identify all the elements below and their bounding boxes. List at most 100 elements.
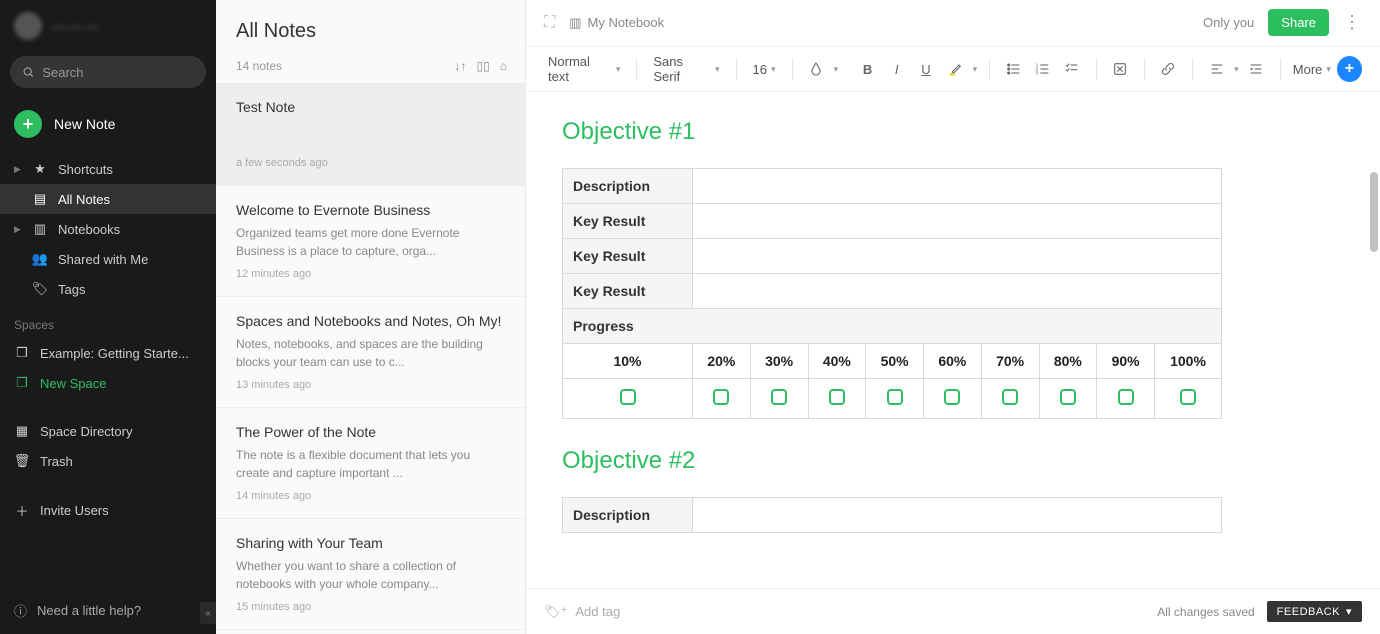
more-dropdown[interactable]: More▾	[1293, 62, 1331, 77]
link-button[interactable]	[1157, 57, 1180, 81]
italic-button[interactable]: I	[885, 57, 908, 81]
view-toggle-icon[interactable]: ▯▯	[477, 59, 490, 73]
add-button[interactable]: +	[1337, 56, 1362, 82]
percent-cell: 100%	[1155, 344, 1222, 379]
new-note-button[interactable]: + New Note	[0, 100, 216, 148]
row-value-cell[interactable]	[693, 204, 1222, 239]
collapse-sidebar-button[interactable]: «	[200, 602, 216, 624]
checkbox-cell[interactable]	[866, 379, 924, 419]
note-title: Test Note	[236, 99, 505, 115]
checkbox-icon[interactable]	[1002, 389, 1018, 405]
highlight-button[interactable]	[943, 57, 966, 81]
checkbox-cell[interactable]	[563, 379, 693, 419]
space-directory[interactable]: ▦Space Directory	[0, 416, 216, 446]
nav-tags[interactable]: 🏷Tags	[0, 274, 216, 304]
checklist-button[interactable]	[1061, 57, 1084, 81]
clear-format-button[interactable]	[1109, 57, 1132, 81]
scrollbar-thumb[interactable]	[1370, 172, 1378, 252]
row-value-cell[interactable]	[693, 169, 1222, 204]
notebook-badge[interactable]: ▥ My Notebook	[569, 15, 664, 31]
percent-cell: 40%	[808, 344, 866, 379]
highlight-chevron-icon[interactable]: ▾	[973, 64, 978, 75]
row-value-cell[interactable]	[693, 239, 1222, 274]
checkbox-icon[interactable]	[829, 389, 845, 405]
note-item[interactable]: The Power of the NoteThe note is a flexi…	[216, 408, 525, 519]
checkbox-cell[interactable]	[750, 379, 808, 419]
note-list-items[interactable]: Test Notea few seconds agoWelcome to Eve…	[216, 83, 525, 634]
search-input[interactable]	[42, 65, 194, 80]
bold-button[interactable]: B	[856, 57, 879, 81]
checkbox-icon[interactable]	[713, 389, 729, 405]
search-box[interactable]	[10, 56, 206, 88]
percent-cell: 90%	[1097, 344, 1155, 379]
size-dropdown[interactable]: 16▾	[749, 58, 780, 81]
editor-body[interactable]: Objective #1 DescriptionKey ResultKey Re…	[526, 92, 1380, 588]
note-item[interactable]: Spaces and Notebooks and Notes, Oh My!No…	[216, 297, 525, 408]
checkbox-icon[interactable]	[771, 389, 787, 405]
font-color-icon[interactable]	[804, 57, 827, 81]
nav-shared[interactable]: 👥Shared with Me	[0, 244, 216, 274]
percent-cell: 70%	[981, 344, 1039, 379]
checkbox-icon[interactable]	[944, 389, 960, 405]
checkbox-cell[interactable]	[1097, 379, 1155, 419]
checkbox-icon[interactable]	[887, 389, 903, 405]
row-label: Key Result	[563, 274, 693, 309]
filter-icon[interactable]: ⌂	[500, 59, 507, 73]
percent-cell: 10%	[563, 344, 693, 379]
vertical-scrollbar[interactable]	[1368, 92, 1380, 562]
space-example[interactable]: ❒Example: Getting Starte...	[0, 338, 216, 368]
share-button[interactable]: Share	[1268, 9, 1329, 36]
invite-users[interactable]: ＋Invite Users	[0, 494, 216, 527]
underline-button[interactable]: U	[914, 57, 937, 81]
add-tag[interactable]: 🏷⁺ Add tag	[544, 604, 620, 620]
editor-footer: 🏷⁺ Add tag All changes saved FEEDBACK▾	[526, 588, 1380, 634]
nav-trash[interactable]: 🗑Trash	[0, 446, 216, 476]
nav-notebooks[interactable]: ▶▥Notebooks	[0, 214, 216, 244]
nav-label: All Notes	[58, 192, 110, 207]
note-item[interactable]: Test Notea few seconds ago	[216, 83, 525, 186]
notebook-icon: ▥	[569, 15, 581, 31]
checkbox-cell[interactable]	[1155, 379, 1222, 419]
more-label: More	[1293, 62, 1323, 77]
help-link[interactable]: ⓘNeed a little help?	[0, 587, 216, 634]
bulleted-list-button[interactable]	[1002, 57, 1025, 81]
checkbox-icon[interactable]	[620, 389, 636, 405]
feedback-button[interactable]: FEEDBACK▾	[1267, 601, 1362, 622]
percent-cell: 20%	[693, 344, 751, 379]
row-value-cell[interactable]	[693, 498, 1222, 533]
checkbox-cell[interactable]	[693, 379, 751, 419]
font-color-chevron-icon[interactable]: ▾	[834, 64, 839, 75]
note-item[interactable]: Sharing with Your TeamWhether you want t…	[216, 519, 525, 630]
text-style-dropdown[interactable]: Normal text▾	[544, 50, 624, 88]
numbered-list-button[interactable]: 123	[1031, 57, 1054, 81]
indent-button[interactable]	[1245, 57, 1268, 81]
align-button[interactable]	[1205, 57, 1228, 81]
checkbox-cell[interactable]	[1039, 379, 1097, 419]
note-preview: Whether you want to share a collection o…	[236, 557, 505, 593]
notebook-icon: ▥	[32, 221, 48, 237]
grid-icon: ▦	[14, 423, 30, 439]
new-space[interactable]: ❒New Space	[0, 368, 216, 398]
expand-icon[interactable]: ⛶	[544, 14, 555, 32]
align-chevron-icon[interactable]: ▾	[1234, 64, 1239, 75]
profile-area[interactable]: — — —	[0, 0, 216, 52]
checkbox-icon[interactable]	[1180, 389, 1196, 405]
progress-percent-row: 10%20%30%40%50%60%70%80%90%100%	[563, 344, 1222, 379]
sort-icon[interactable]: ↓↑	[455, 59, 467, 73]
trash-icon: 🗑	[14, 453, 30, 469]
font-label: Sans Serif	[653, 54, 711, 84]
more-options-icon[interactable]: ⋮	[1343, 12, 1362, 33]
font-dropdown[interactable]: Sans Serif▾	[649, 50, 723, 88]
checkbox-cell[interactable]	[808, 379, 866, 419]
note-preview: Notes, notebooks, and spaces are the bui…	[236, 335, 505, 371]
checkbox-cell[interactable]	[981, 379, 1039, 419]
checkbox-icon[interactable]	[1118, 389, 1134, 405]
cube-plus-icon: ❒	[14, 375, 30, 391]
nav-shortcuts[interactable]: ▶★Shortcuts	[0, 154, 216, 184]
checkbox-icon[interactable]	[1060, 389, 1076, 405]
checkbox-cell[interactable]	[924, 379, 982, 419]
nav-all-notes[interactable]: ▤All Notes	[0, 184, 216, 214]
row-value-cell[interactable]	[693, 274, 1222, 309]
text-style-label: Normal text	[548, 54, 612, 84]
note-item[interactable]: Welcome to Evernote BusinessOrganized te…	[216, 186, 525, 297]
